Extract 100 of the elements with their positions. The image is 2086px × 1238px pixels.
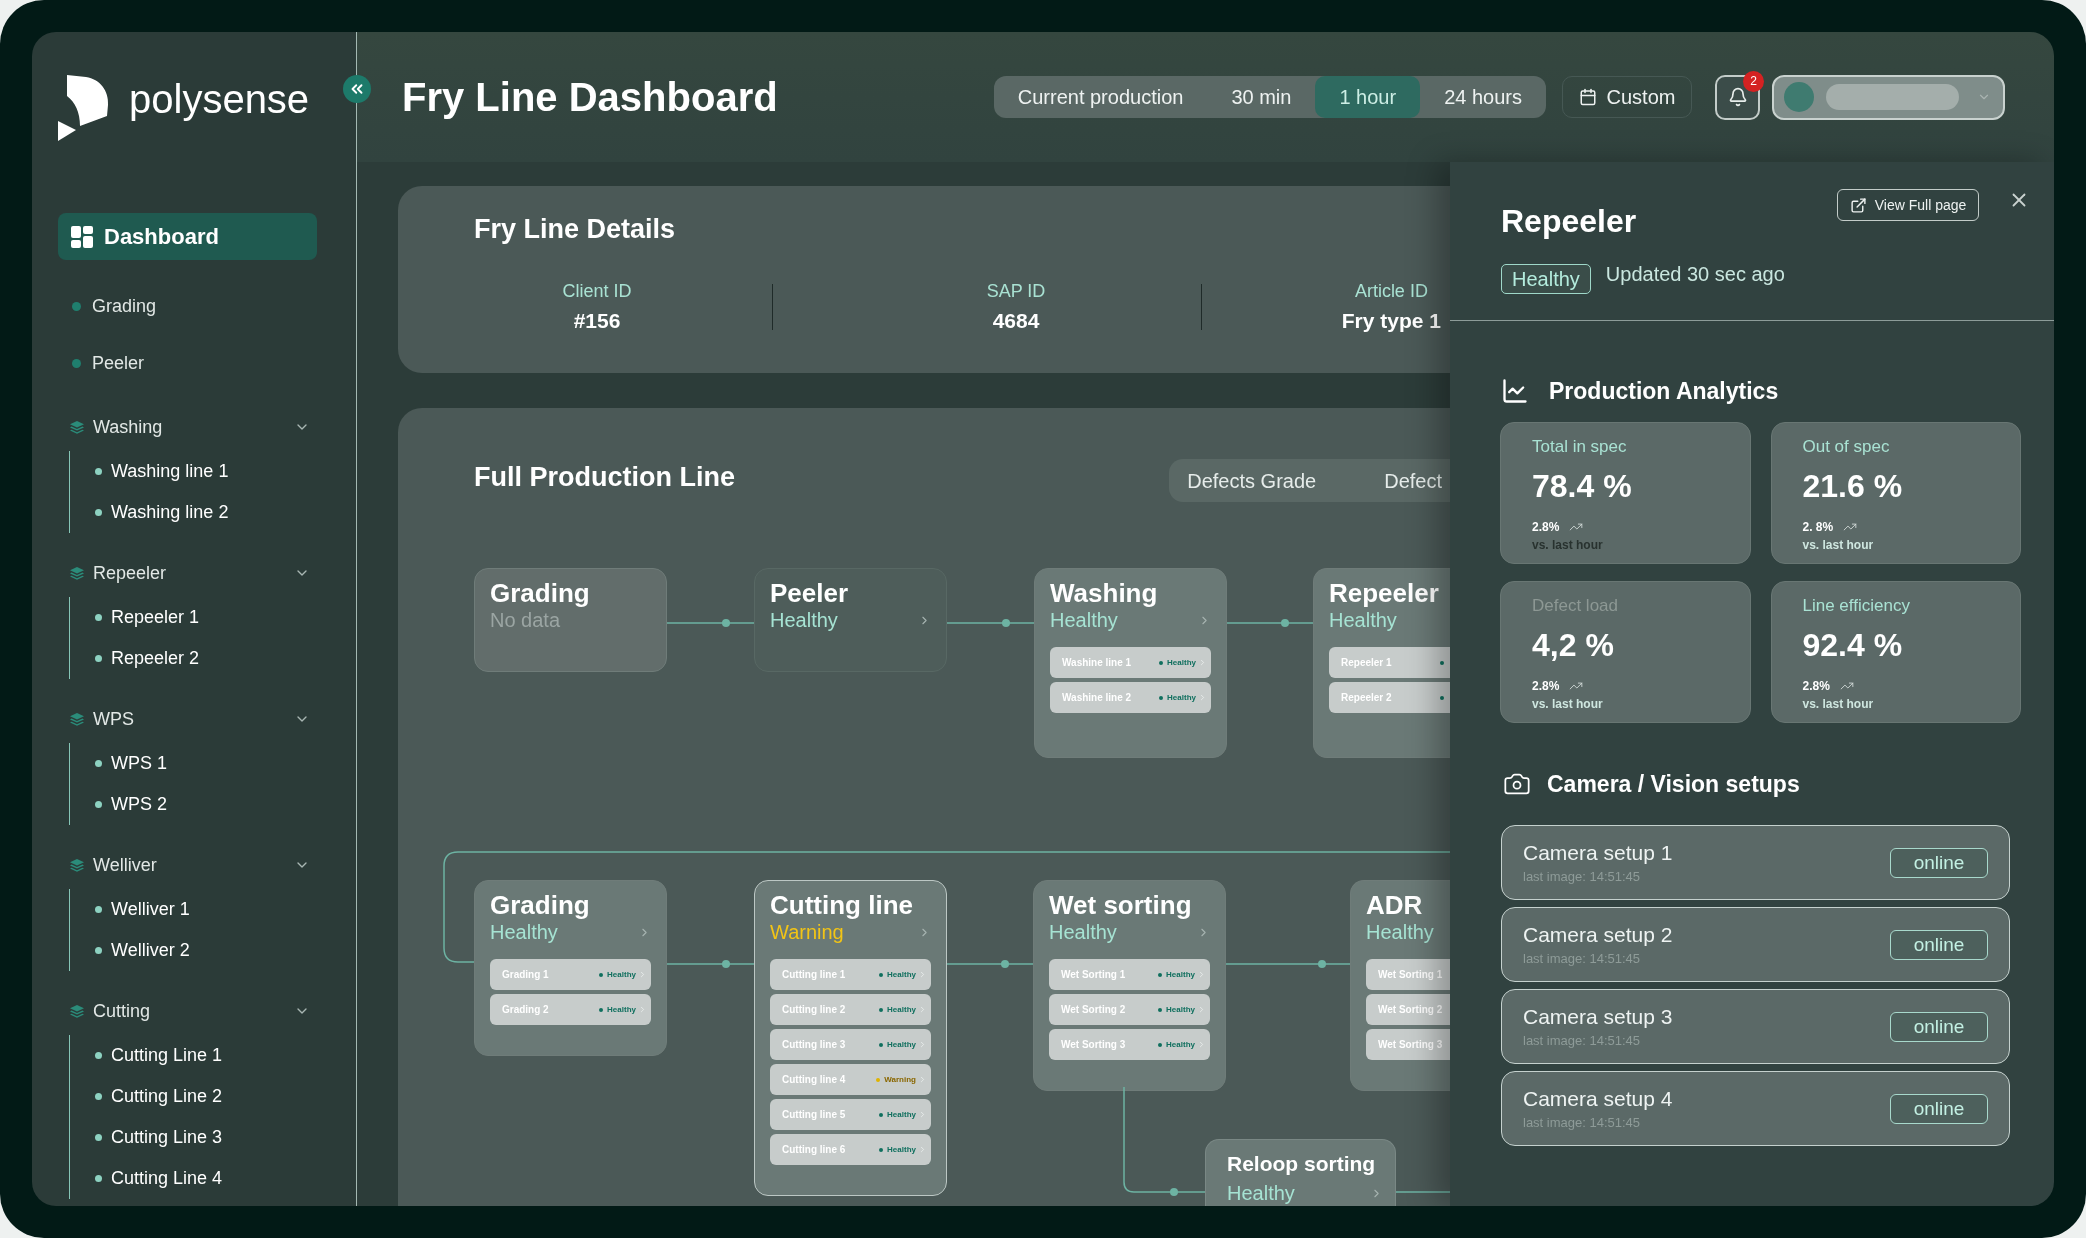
sidebar-subitem[interactable]: Washing line 1	[70, 451, 317, 492]
process-subitem[interactable]: Grading 2 Healthy	[490, 994, 651, 1025]
sidebar-subitem[interactable]: Cutting Line 4	[70, 1158, 317, 1199]
subitem-status: Healthy	[607, 968, 636, 981]
process-subitem[interactable]: Cutting line 5 Healthy	[770, 1099, 931, 1130]
custom-range-button[interactable]: Custom	[1562, 76, 1692, 118]
calendar-icon	[1578, 88, 1597, 106]
process-subitem[interactable]: Cutting line 2 Healthy	[770, 994, 931, 1025]
sidebar-subitem[interactable]: Washing line 2	[70, 492, 317, 533]
card-title: Fry Line Details	[473, 214, 677, 244]
status-badge: online	[1890, 847, 1988, 878]
process-subitem[interactable]: Grading 1 Healthy	[490, 959, 651, 990]
process-subitem[interactable]: Wet Sorting 1 Healthy	[1049, 959, 1210, 990]
chevron-right-icon	[1197, 1040, 1206, 1049]
node-status: Healthy	[490, 920, 558, 944]
stat-delta: 2. 8%	[1802, 519, 1834, 535]
line-chart-icon	[1501, 377, 1529, 405]
section-title: Production Analytics	[1549, 377, 1779, 405]
process-node[interactable]: Washing Healthy Washine line 1 Healthy Washine line 2 Healthy	[1034, 568, 1227, 758]
brand-logo-icon	[58, 75, 109, 141]
camera-name: Camera setup 4	[1523, 1086, 1673, 1111]
stat-value: 21.6 %	[1802, 468, 1903, 504]
subitem-status: Healthy	[1167, 656, 1196, 669]
view-tab[interactable]: Defects Grade	[1169, 459, 1335, 502]
field-label: Client ID	[562, 281, 632, 301]
node-status: Healthy	[1227, 1181, 1295, 1205]
sidebar-item[interactable]: Peeler	[58, 343, 317, 383]
card-title: Full Production Line	[474, 461, 735, 492]
status-badge: online	[1890, 1011, 1988, 1042]
sidebar-group-header[interactable]: Repeeler	[58, 553, 317, 593]
sidebar-subitem[interactable]: Repeeler 1	[70, 597, 317, 638]
bell-icon	[1727, 87, 1748, 107]
process-subitem[interactable]: Wet Sorting 3 Healthy	[1049, 1029, 1210, 1060]
sidebar-subitem[interactable]: Welliver 2	[70, 930, 317, 971]
sidebar-group-header[interactable]: Cutting	[58, 991, 317, 1031]
node-title: Grading	[490, 890, 591, 920]
stat-note: vs. last hour	[1532, 537, 1603, 553]
layers-icon	[70, 712, 84, 726]
node-status: Healthy	[1329, 608, 1397, 632]
process-node[interactable]: Peeler Healthy	[754, 568, 947, 672]
process-subitem[interactable]: Cutting line 3 Healthy	[770, 1029, 931, 1060]
sidebar-group-header[interactable]: Washing	[58, 407, 317, 447]
camera-name: Camera setup 2	[1523, 922, 1673, 947]
stat-label: Out of spec	[1802, 437, 1890, 457]
chevron-right-icon	[638, 970, 647, 979]
updated-text: Updated 30 sec ago	[1605, 262, 1785, 286]
camera-name: Camera setup 3	[1523, 1004, 1673, 1029]
field-label: SAP ID	[986, 281, 1046, 301]
process-subitem[interactable]: Cutting line 1 Healthy	[770, 959, 931, 990]
chevron-right-icon	[1197, 970, 1206, 979]
brand-name: polysense	[129, 77, 310, 121]
process-subitem[interactable]: Wet Sorting 2 Healthy	[1049, 994, 1210, 1025]
node-status: Healthy	[770, 608, 838, 632]
status-badge: Healthy	[1501, 264, 1591, 294]
view-full-page-button[interactable]: View Full page	[1837, 189, 1979, 221]
layers-icon	[70, 420, 84, 434]
sidebar-subitem[interactable]: WPS 1	[70, 743, 317, 784]
sidebar-subitem[interactable]: WPS 2	[70, 784, 317, 825]
sidebar-group-header[interactable]: Welliver	[58, 845, 317, 885]
sidebar-subitem[interactable]: Repeeler 2	[70, 638, 317, 679]
sidebar-subitem[interactable]: Welliver 1	[70, 889, 317, 930]
stat-value: 92.4 %	[1802, 627, 1903, 663]
view-tab[interactable]: Defect	[1366, 459, 1450, 502]
camera-name: Camera setup 1	[1523, 840, 1673, 865]
subitem-status: Healthy	[1166, 968, 1195, 981]
process-node[interactable]: Reloop sorting Healthy	[1205, 1139, 1396, 1206]
external-link-icon	[1849, 196, 1867, 214]
process-subitem[interactable]: Cutting line 4 Warning	[770, 1064, 931, 1095]
process-subitem[interactable]: Washine line 2 Healthy	[1050, 682, 1211, 713]
subitem-status: Healthy	[1166, 1003, 1195, 1016]
time-range-tab[interactable]: 30 min	[1207, 76, 1316, 118]
stat-delta: 2.8%	[1532, 519, 1560, 535]
sidebar-group-header[interactable]: WPS	[58, 699, 317, 739]
process-subitem[interactable]: Washine line 1 Healthy	[1050, 647, 1211, 678]
sidebar-subitem[interactable]: Cutting Line 2	[70, 1076, 317, 1117]
process-node[interactable]: Grading Healthy Grading 1 Healthy Grading 2 Healthy	[474, 880, 667, 1056]
time-range-tab[interactable]: Current production	[993, 76, 1208, 118]
stat-label: Line efficiency	[1802, 596, 1910, 616]
process-node[interactable]: Wet sorting Healthy Wet Sorting 1 Healthy Wet Sorting 2 Healthy Wet Sorting 3 Healthy	[1033, 880, 1226, 1091]
sidebar-item[interactable]: Grading	[58, 286, 317, 326]
sidebar-nav-item[interactable]: Dashboard	[58, 213, 317, 260]
sidebar-subitem[interactable]: Cutting Line 3	[70, 1117, 317, 1158]
subitem-status: Healthy	[887, 1038, 916, 1051]
chevron-right-icon	[638, 1005, 647, 1014]
subitem-status: Healthy	[887, 1143, 916, 1156]
process-node[interactable]: Grading No data	[474, 568, 667, 672]
layers-icon	[70, 1004, 84, 1018]
node-status: Warning	[770, 920, 844, 944]
sidebar-subitem[interactable]: Cutting Line 1	[70, 1035, 317, 1076]
time-range-tab[interactable]: 1 hour	[1315, 76, 1421, 118]
field-value: 4684	[992, 309, 1040, 333]
dashboard-grid-icon	[71, 225, 93, 248]
profile-menu-button[interactable]	[1772, 74, 2005, 120]
node-status: Healthy	[1050, 608, 1118, 632]
chevron-right-icon	[918, 970, 927, 979]
collapse-sidebar-button[interactable]	[343, 75, 371, 103]
time-range-tab[interactable]: 24 hours	[1420, 76, 1546, 118]
chevron-right-icon	[918, 1075, 927, 1084]
stat-delta: 2.8%	[1802, 678, 1830, 694]
chevron-right-icon	[918, 1110, 927, 1119]
